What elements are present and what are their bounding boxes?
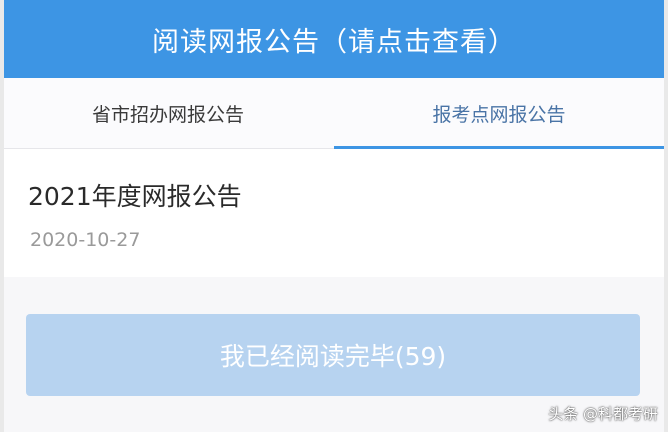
tab-provincial-label: 省市招办网报公告 [91,103,244,126]
announcement-list-item[interactable]: 2021年度网报公告 2020-10-27 [4,149,664,277]
dialog-title: 阅读网报公告（请点击查看） [152,26,516,58]
tab-bar: 省市招办网报公告 报考点网报公告 [4,78,664,149]
announcement-dialog: 阅读网报公告（请点击查看） 省市招办网报公告 报考点网报公告 2021年度网报公… [4,0,664,432]
announcement-date: 2020-10-27 [30,229,141,251]
dialog-header: 阅读网报公告（请点击查看） [4,0,664,78]
tab-exam-site-announcements[interactable]: 报考点网报公告 [334,78,664,148]
read-confirm-button[interactable]: 我已经阅读完毕(59) [26,314,640,396]
watermark-text: 头条 @科都考研 [548,405,658,423]
read-confirm-label: 我已经阅读完毕(59) [219,342,447,371]
announcement-title: 2021年度网报公告 [28,182,242,211]
tab-exam-site-label: 报考点网报公告 [432,103,566,126]
tab-provincial-announcements[interactable]: 省市招办网报公告 [4,78,332,148]
